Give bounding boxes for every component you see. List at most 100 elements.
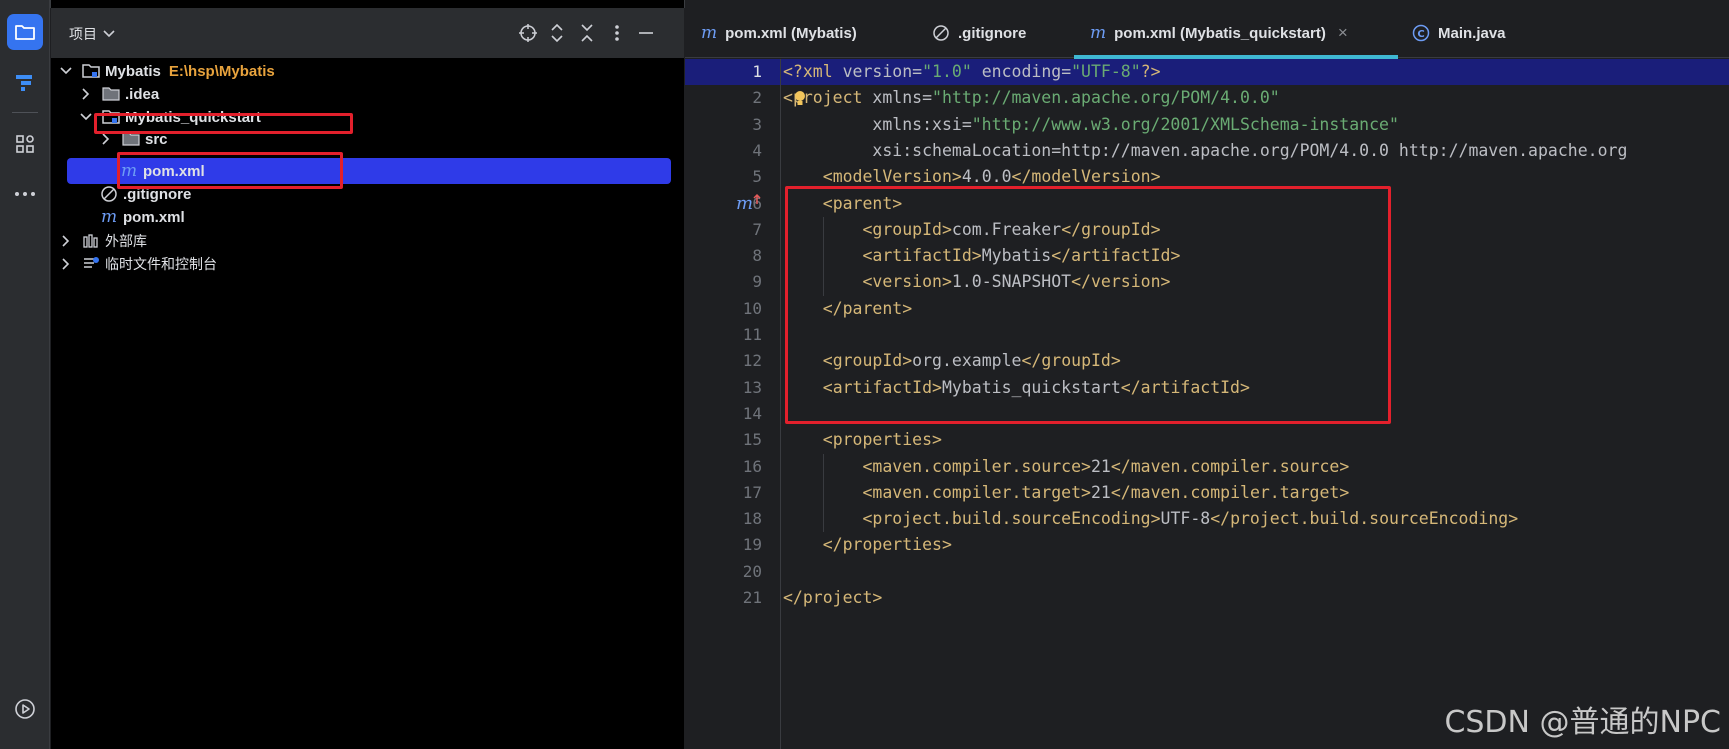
chevron-down-icon [103,30,115,38]
tab-gitignore[interactable]: .gitignore [932,8,1026,58]
tree-item-label: 外部库 [105,234,147,250]
maven-icon: m [1090,23,1107,43]
tree-item-pom-xml[interactable]: m pom.xml [99,205,185,229]
code-line: <project xmlns="http://maven.apache.org/… [783,88,1280,108]
tab-pom-mybatis[interactable]: m pom.xml (Mybatis) [701,8,857,58]
line-number: 10 [742,298,762,318]
tree-item-label: Mybatis [105,62,161,80]
line-number: 19 [742,535,762,555]
more-tools-button[interactable] [7,176,43,212]
chevron-down-icon[interactable] [79,113,93,121]
tree-item-mybatis[interactable]: Mybatis E:\hsp\Mybatis [59,59,275,83]
plugins-tool-button[interactable] [7,126,43,162]
project-panel: 项目 Mybatis E:\hsp\Mybatis .idea Mybatis_… [51,0,684,749]
intention-bulb-icon[interactable] [793,90,807,112]
library-icon [81,232,101,250]
java-class-icon: C [1412,24,1430,42]
maven-icon: m [100,207,118,227]
tab-label: Main.java [1438,24,1506,42]
code-line: <parent> [822,193,903,213]
expand-all-button[interactable] [546,22,568,44]
tab-main-java[interactable]: C Main.java [1412,8,1506,58]
hide-panel-button[interactable] [635,22,657,44]
line-number: 9 [752,272,762,292]
project-panel-header: 项目 [51,8,684,58]
line-number: 14 [742,403,762,423]
tab-pom-mybatis-quickstart[interactable]: m pom.xml (Mybatis_quickstart) × [1090,8,1348,58]
code-line: </project> [783,588,883,607]
annotation-box-pom [117,152,343,189]
editor-tab-bar: m pom.xml (Mybatis) .gitignore m pom.xml… [685,8,1729,59]
code-line: </parent> [822,298,913,318]
line-number: 15 [742,430,762,450]
code-line: xmlns:xsi="http://www.w3.org/2001/XMLSch… [783,114,1399,134]
code-line: <artifactId>Mybatis_quickstart</artifact… [822,377,1250,397]
minimize-icon [639,32,653,34]
tab-label: pom.xml (Mybatis_quickstart) [1114,24,1326,42]
code-line: </properties> [822,535,952,555]
line-number: 5 [752,167,762,187]
chevron-right-icon[interactable] [59,258,73,270]
svg-text:C: C [1417,29,1424,40]
tab-close-button[interactable]: × [1338,23,1348,43]
gitignore-icon [933,25,949,41]
module-folder-icon [81,62,101,80]
locate-button[interactable] [517,22,539,44]
maven-parent-icon[interactable]: m [736,193,761,214]
tree-item-idea[interactable]: .idea [79,82,159,106]
line-number: 4 [752,140,762,160]
chevron-right-icon[interactable] [99,133,113,145]
options-button[interactable] [606,22,628,44]
code-line: <groupId>com.Freaker</groupId> [862,219,1161,239]
tree-item-scratches[interactable]: 临时文件和控制台 [59,252,217,276]
chevron-right-icon[interactable] [79,88,93,100]
line-number: 13 [742,377,762,397]
code-line: <maven.compiler.source>21</maven.compile… [862,456,1350,476]
services-icon [15,699,35,719]
gitignore-icon [99,185,119,203]
annotation-box-module [94,113,353,134]
commit-icon [16,75,32,91]
tree-item-label: 临时文件和控制台 [105,257,217,273]
code-line: <groupId>org.example</groupId> [822,351,1121,371]
chevron-down-icon[interactable] [59,67,73,75]
code-line: <maven.compiler.target>21</maven.compile… [862,482,1350,502]
tree-item-path: E:\hsp\Mybatis [168,62,275,80]
project-panel-title: 项目 [69,27,97,43]
tree-item-external-libraries[interactable]: 外部库 [59,229,147,253]
code-line: <properties> [822,430,942,450]
gutter-separator [780,59,781,749]
collapse-all-button[interactable] [576,22,598,44]
line-number: 8 [752,246,762,266]
line-number: 7 [752,219,762,239]
crosshair-icon [519,24,537,42]
code-line: <project.build.sourceEncoding>UTF-8</pro… [862,509,1519,529]
project-tool-button[interactable] [7,14,43,50]
line-number: 17 [742,482,762,502]
run-tool-button[interactable] [7,691,43,727]
vertical-dots-icon [615,25,619,41]
code-line: <version>1.0-SNAPSHOT</version> [862,272,1171,292]
line-number: 18 [742,509,762,529]
collapse-icon [581,24,593,42]
folder-icon [101,85,121,103]
more-icon [15,192,35,196]
line-number: 20 [742,561,762,581]
code-line: <modelVersion>4.0.0</modelVersion> [822,167,1161,187]
structure-tool-button[interactable] [7,64,43,100]
chevron-right-icon[interactable] [59,235,73,247]
scratches-icon [81,255,101,273]
code-line: xsi:schemaLocation=http://maven.apache.o… [783,140,1628,160]
tree-item-label: .idea [125,85,160,103]
code-line: <?xml version="1.0" encoding="UTF-8"?> [783,62,1161,81]
tree-item-label: pom.xml [123,208,185,226]
line-number: 1 [752,62,762,81]
indent-guide [823,453,824,533]
line-number: 3 [752,114,762,134]
indent-guide [823,216,824,296]
tab-label: .gitignore [958,24,1027,42]
code-line: <artifactId>Mybatis</artifactId> [862,246,1181,266]
maven-icon: m [701,23,718,43]
project-view-selector[interactable]: 项目 [69,24,115,44]
watermark: CSDN @普通的NPC [1444,705,1721,740]
